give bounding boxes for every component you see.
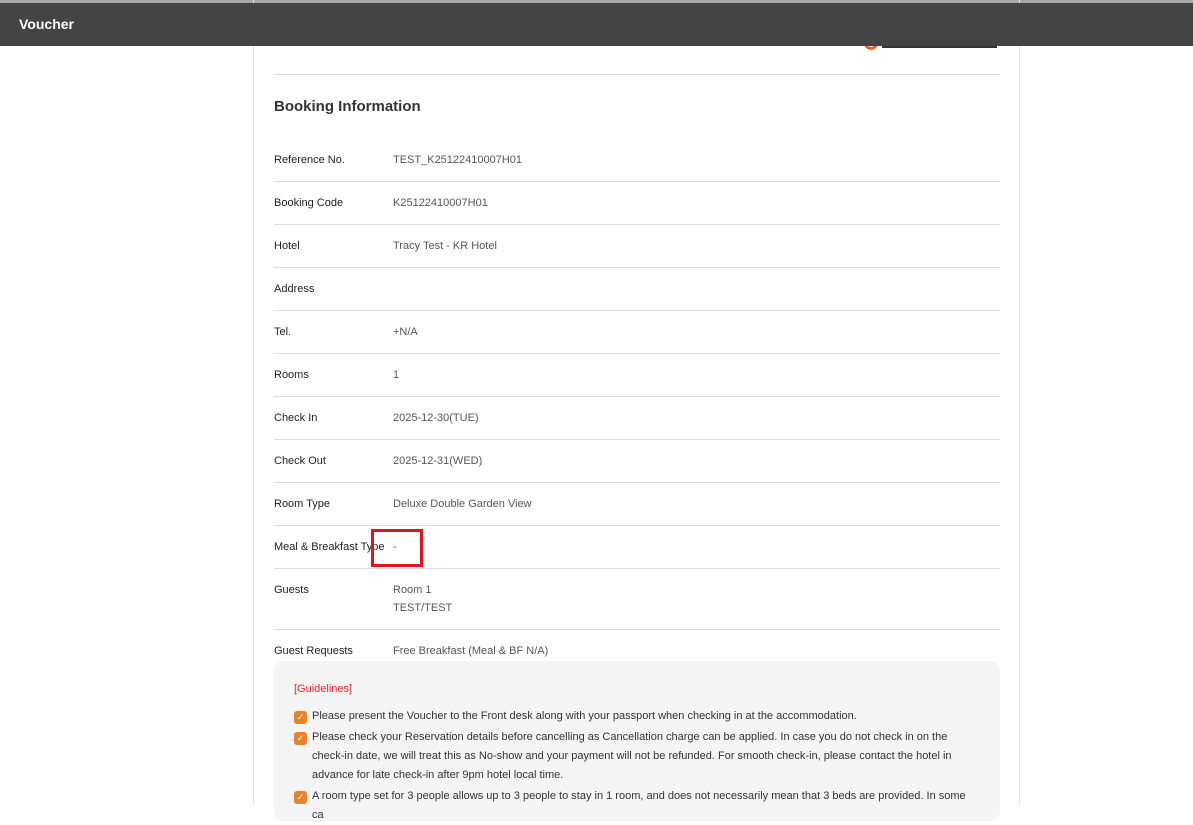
section-title: Booking Information: [274, 98, 421, 115]
table-row: Room Type Deluxe Double Garden View: [274, 483, 1000, 526]
row-label: Rooms: [274, 369, 309, 381]
row-value: Free Breakfast (Meal & BF N/A): [393, 645, 549, 657]
guideline-item: ✓ A room type set for 3 people allows up …: [294, 787, 980, 825]
checkbox-icon: ✓: [294, 711, 307, 724]
row-label: Check Out: [274, 455, 326, 467]
table-row: Reference No. TEST_K25122410007H01: [274, 139, 1000, 182]
row-label: Tel.: [274, 326, 292, 338]
row-label: Reference No.: [274, 154, 345, 166]
table-row: Check In 2025-12-30(TUE): [274, 397, 1000, 440]
divider: [274, 74, 1000, 75]
row-value: +N/A: [393, 326, 418, 338]
guideline-text: A room type set for 3 people allows up t…: [312, 790, 966, 821]
booking-info-table: Reference No. TEST_K25122410007H01 Booking…: [274, 139, 1000, 672]
table-row: Booking Code K25122410007H01: [274, 182, 1000, 225]
table-row: Address: [274, 268, 1000, 311]
row-value: K25122410007H01: [393, 197, 488, 209]
row-value: Tracy Test - KR Hotel: [393, 240, 497, 252]
voucher-card: Booking Information Reference No. TEST_K2…: [253, 0, 1020, 821]
row-label: Guest Requests: [274, 645, 353, 657]
checkbox-icon: ✓: [294, 732, 307, 745]
guidelines-title: [Guidelines]: [294, 683, 353, 695]
table-row: Check Out 2025-12-31(WED): [274, 440, 1000, 483]
table-row: Hotel Tracy Test - KR Hotel: [274, 225, 1000, 268]
row-value: Deluxe Double Garden View: [393, 498, 532, 510]
table-row: Guests Room 1 TEST/TEST: [274, 569, 1000, 630]
guidelines-box: [Guidelines] ✓ Please present the Voucher…: [274, 661, 1000, 821]
table-row: Meal & Breakfast Type -: [274, 526, 1000, 569]
row-value: 1: [393, 369, 400, 381]
row-label: Booking Code: [274, 197, 344, 209]
row-value: TEST_K25122410007H01: [393, 154, 523, 166]
voucher-header: Voucher: [0, 3, 1193, 46]
guideline-item: ✓ Please present the Voucher to the Front…: [294, 707, 980, 726]
row-value: 2025-12-31(WED): [393, 455, 483, 467]
guideline-text: Please check your Reservation details be…: [312, 731, 952, 781]
row-label: Hotel: [274, 240, 300, 252]
table-row: Tel. +N/A: [274, 311, 1000, 354]
checkbox-icon: ✓: [294, 791, 307, 804]
row-label: Address: [274, 283, 315, 295]
guideline-text: Please present the Voucher to the Front …: [312, 710, 857, 722]
row-label: Check In: [274, 412, 318, 424]
guideline-item: ✓ Please check your Reservation details b…: [294, 728, 980, 785]
row-label: Room Type: [274, 498, 331, 510]
row-value: 2025-12-30(TUE): [393, 412, 479, 424]
row-label: Guests: [274, 584, 309, 596]
highlight-box: [371, 529, 423, 567]
header-title: Voucher: [19, 16, 74, 32]
table-row: Rooms 1: [274, 354, 1000, 397]
row-value: Room 1 TEST/TEST: [393, 584, 453, 614]
